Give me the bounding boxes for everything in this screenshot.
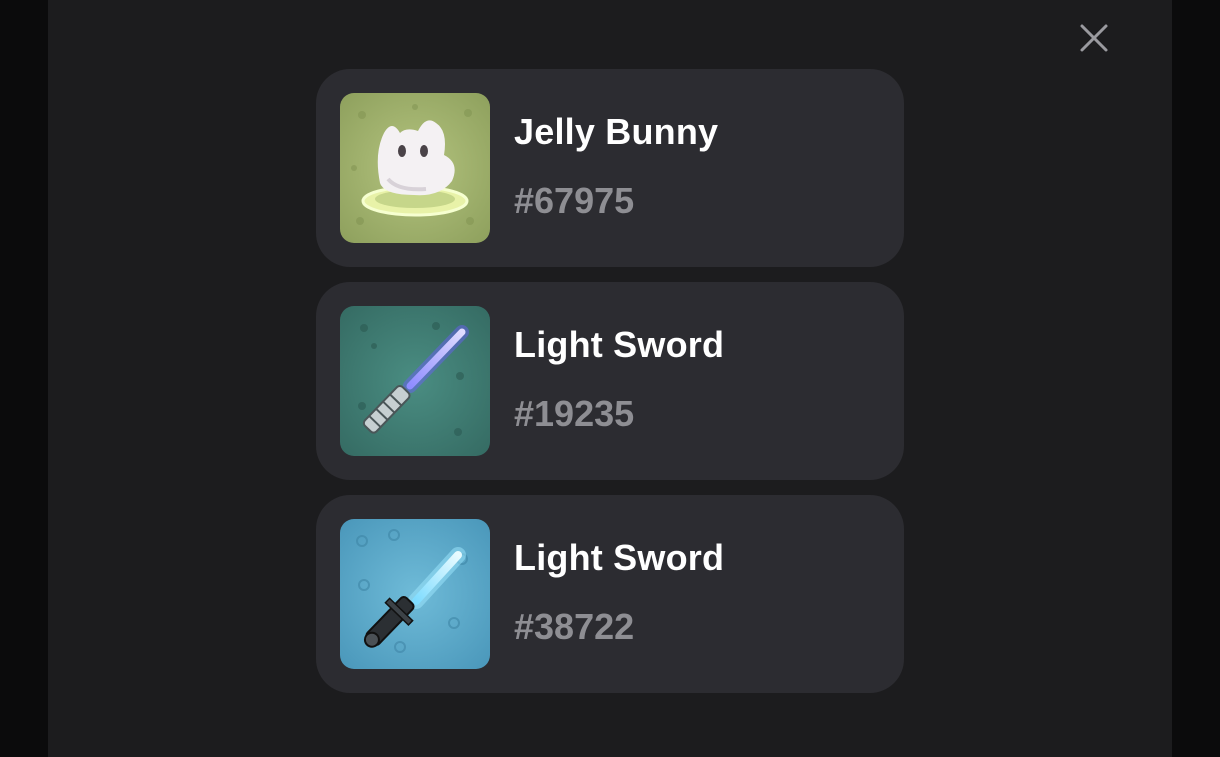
list-item[interactable]: Light Sword #19235	[316, 282, 904, 480]
item-thumbnail	[340, 93, 490, 243]
item-thumbnail	[340, 306, 490, 456]
list-item[interactable]: Jelly Bunny #67975	[316, 69, 904, 267]
light-sword-icon	[340, 306, 490, 456]
jelly-bunny-icon	[340, 93, 490, 243]
item-list: Jelly Bunny #67975 Light Sword #19235 Li…	[316, 69, 904, 708]
light-sword-icon	[340, 519, 490, 669]
list-item[interactable]: Light Sword #38722	[316, 495, 904, 693]
close-icon	[1080, 24, 1108, 52]
item-list-modal: Jelly Bunny #67975 Light Sword #19235 Li…	[48, 0, 1172, 757]
item-number: #38722	[514, 606, 635, 647]
item-number: #19235	[514, 393, 635, 434]
item-number: #67975	[514, 180, 635, 221]
item-thumbnail	[340, 519, 490, 669]
close-button[interactable]	[1076, 20, 1112, 56]
item-name: Jelly Bunny	[514, 111, 719, 152]
item-name: Light Sword	[514, 324, 725, 365]
item-name: Light Sword	[514, 537, 725, 578]
